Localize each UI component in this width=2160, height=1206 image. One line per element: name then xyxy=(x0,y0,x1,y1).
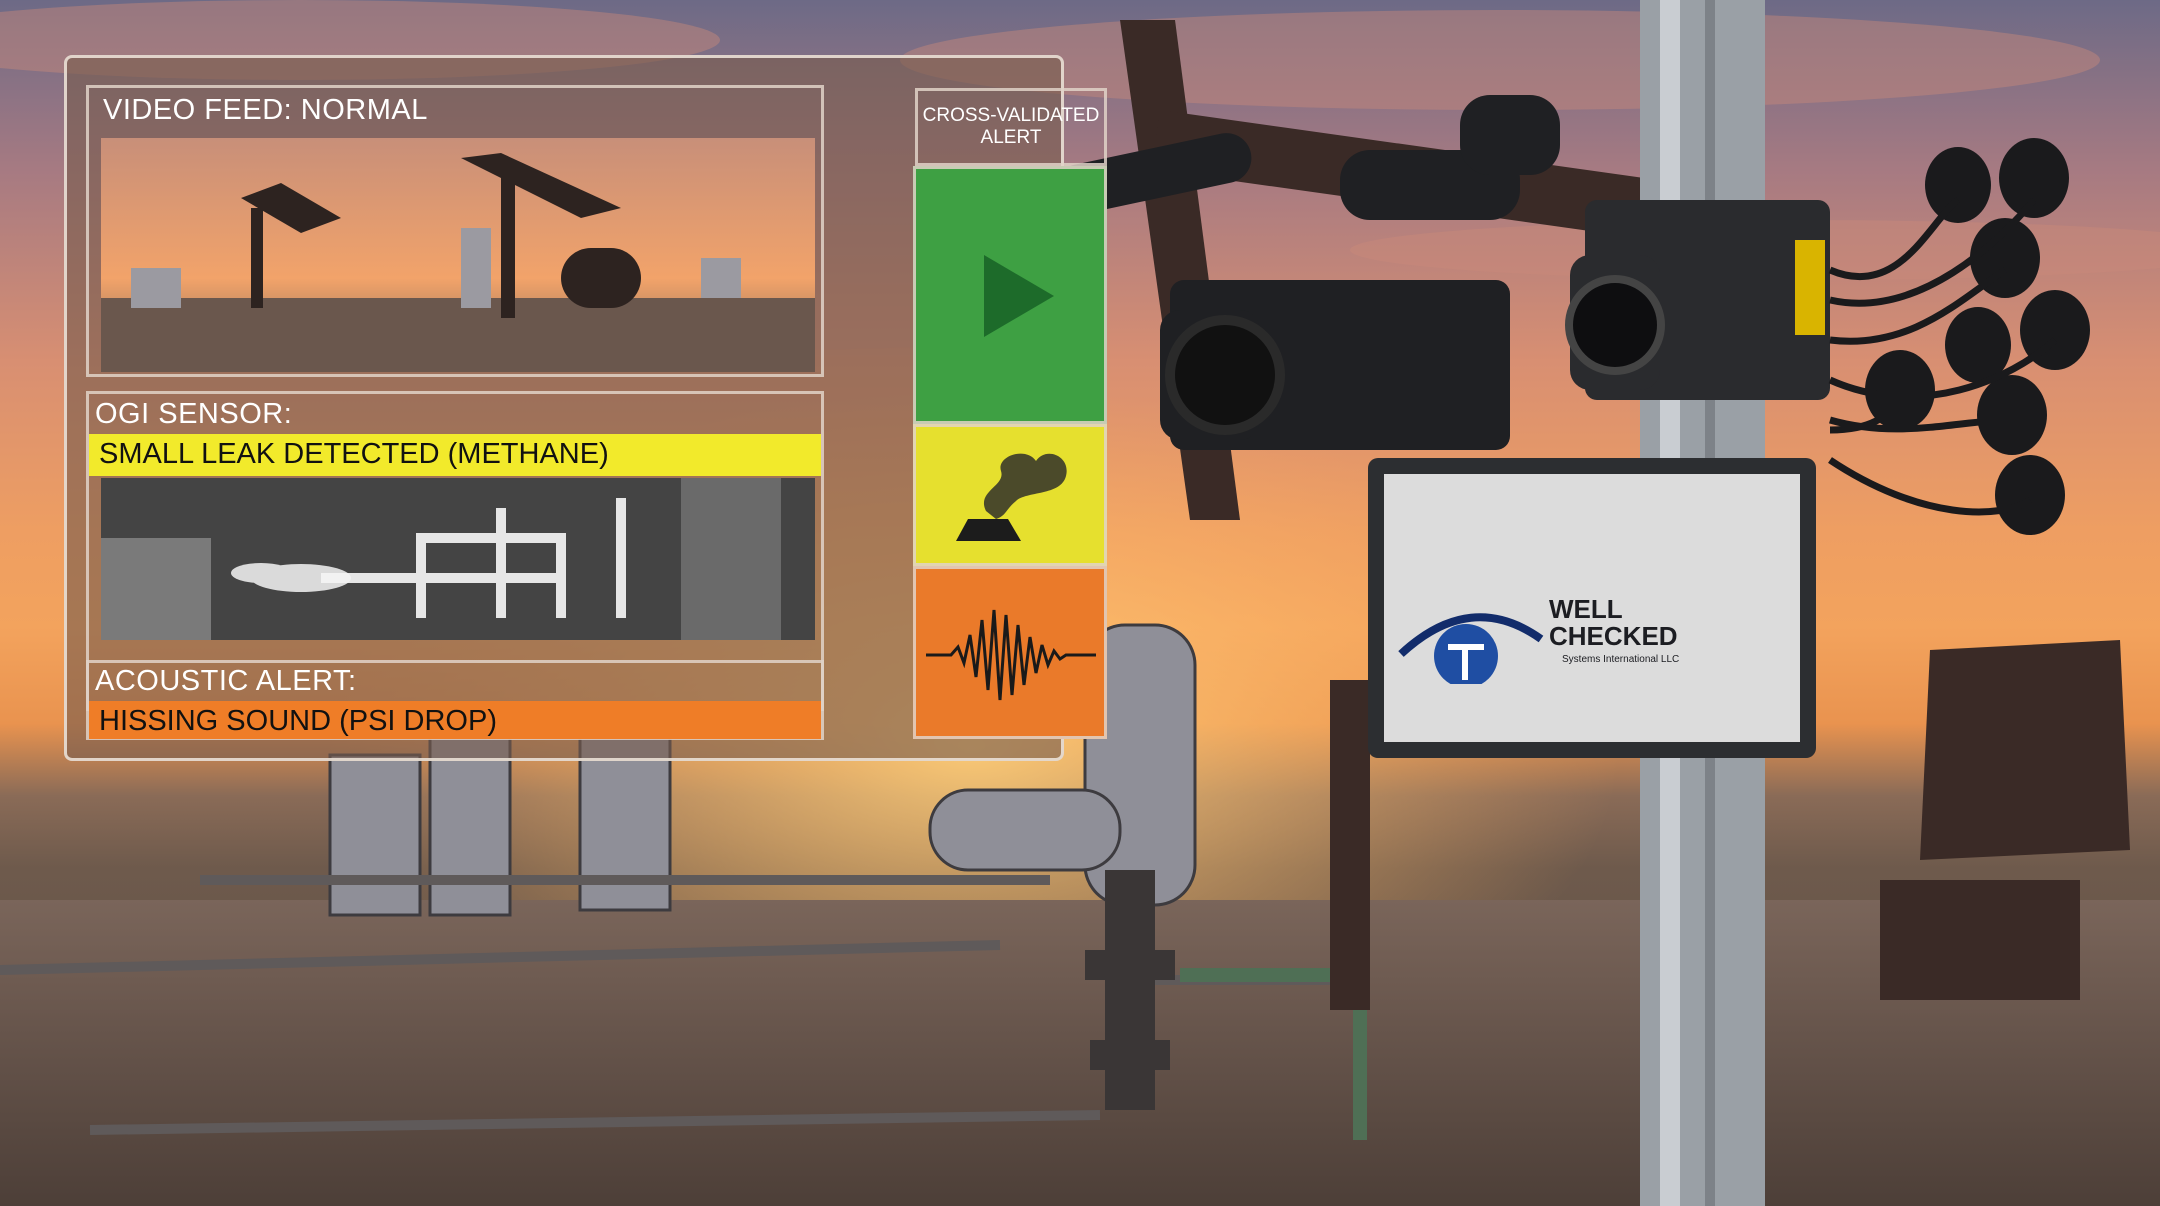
cross-header-line1: CROSS-VALIDATED xyxy=(922,105,1100,126)
ogi-sensor-title: OGI SENSOR: xyxy=(95,398,293,430)
acoustic-status-cell xyxy=(913,566,1107,739)
acoustic-title: ACOUSTIC ALERT: xyxy=(95,665,357,697)
gas-leak-icon xyxy=(956,453,1067,541)
eye-logo-icon xyxy=(1398,613,1544,684)
soundwave-icon xyxy=(926,609,1096,701)
ogi-alert-band: SMALL LEAK DETECTED (METHANE) xyxy=(89,434,821,476)
sensor-enclosure: WELL CHECKED Systems International LLC xyxy=(1368,458,1816,758)
brand-subtitle: Systems International LLC xyxy=(1562,654,1680,665)
cross-header-line2: ALERT xyxy=(980,127,1042,148)
ogi-thermal-image xyxy=(101,478,815,640)
acoustic-alert-band: HISSING SOUND (PSI DROP) xyxy=(89,701,821,739)
acoustic-section: ACOUSTIC ALERT: HISSING SOUND (PSI DROP) xyxy=(86,660,824,740)
brand-line2: CHECKED xyxy=(1549,621,1678,651)
ogi-status-cell xyxy=(913,424,1107,566)
video-feed-section: VIDEO FEED: NORMAL xyxy=(86,85,824,377)
video-feed-image xyxy=(101,138,815,372)
cross-validated-header: CROSS-VALIDATED ALERT xyxy=(915,88,1107,166)
video-feed-title: VIDEO FEED: NORMAL xyxy=(103,94,428,126)
video-status-cell xyxy=(913,166,1107,424)
play-icon xyxy=(984,255,1054,337)
monitoring-panel: VIDEO FEED: NORMAL OGI SENSOR: SMALL LEA… xyxy=(64,55,1107,761)
